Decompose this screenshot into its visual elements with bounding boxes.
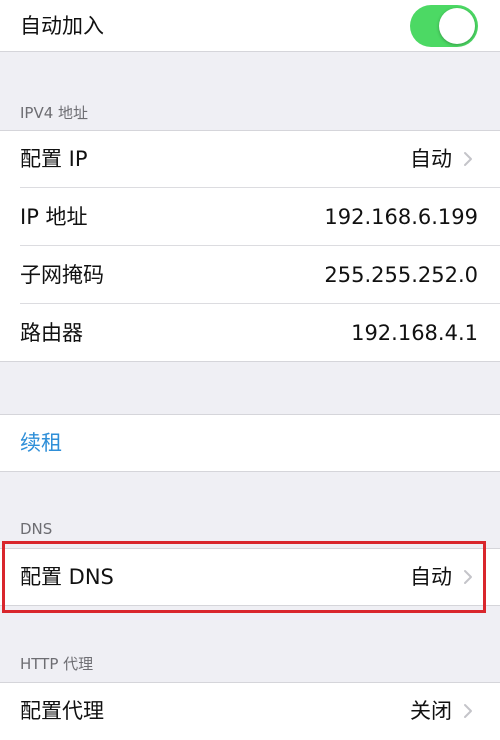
divider (0, 51, 500, 52)
configure-dns-label: 配置 DNS (20, 565, 114, 589)
auto-join-label: 自动加入 (20, 14, 104, 38)
renew-lease-label: 续租 (20, 431, 62, 455)
subnet-mask-value: 255.255.252.0 (324, 263, 478, 287)
ipv4-section-header: IPV4 地址 (20, 104, 89, 122)
router-value: 192.168.4.1 (351, 321, 478, 345)
configure-dns-value: 自动 (410, 565, 452, 589)
dns-section-header: DNS (20, 520, 53, 538)
toggle-knob (439, 8, 475, 44)
subnet-mask-label: 子网掩码 (20, 263, 104, 287)
configure-ip-value: 自动 (410, 147, 452, 171)
ip-address-label: IP 地址 (20, 205, 88, 229)
configure-ip-row[interactable]: 配置 IP 自动 (0, 130, 500, 188)
divider (0, 414, 500, 415)
renew-lease-button[interactable]: 续租 (0, 414, 500, 472)
chevron-right-icon (464, 570, 472, 584)
ip-address-value: 192.168.6.199 (324, 205, 478, 229)
configure-proxy-label: 配置代理 (20, 699, 104, 723)
auto-join-toggle[interactable] (410, 5, 478, 47)
chevron-right-icon (464, 704, 472, 718)
divider (0, 471, 500, 472)
configure-proxy-value: 关闭 (410, 699, 452, 723)
divider (0, 605, 500, 606)
http-proxy-section-header: HTTP 代理 (20, 655, 94, 673)
subnet-mask-row: 子网掩码 255.255.252.0 (0, 246, 500, 304)
divider (0, 361, 500, 362)
router-row: 路由器 192.168.4.1 (0, 304, 500, 362)
router-label: 路由器 (20, 321, 83, 345)
configure-proxy-row[interactable]: 配置代理 关闭 (0, 682, 500, 740)
configure-dns-row[interactable]: 配置 DNS 自动 (0, 548, 500, 606)
ip-address-row: IP 地址 192.168.6.199 (0, 188, 500, 246)
configure-ip-label: 配置 IP (20, 147, 88, 171)
auto-join-row: 自动加入 (0, 0, 500, 52)
chevron-right-icon (464, 152, 472, 166)
